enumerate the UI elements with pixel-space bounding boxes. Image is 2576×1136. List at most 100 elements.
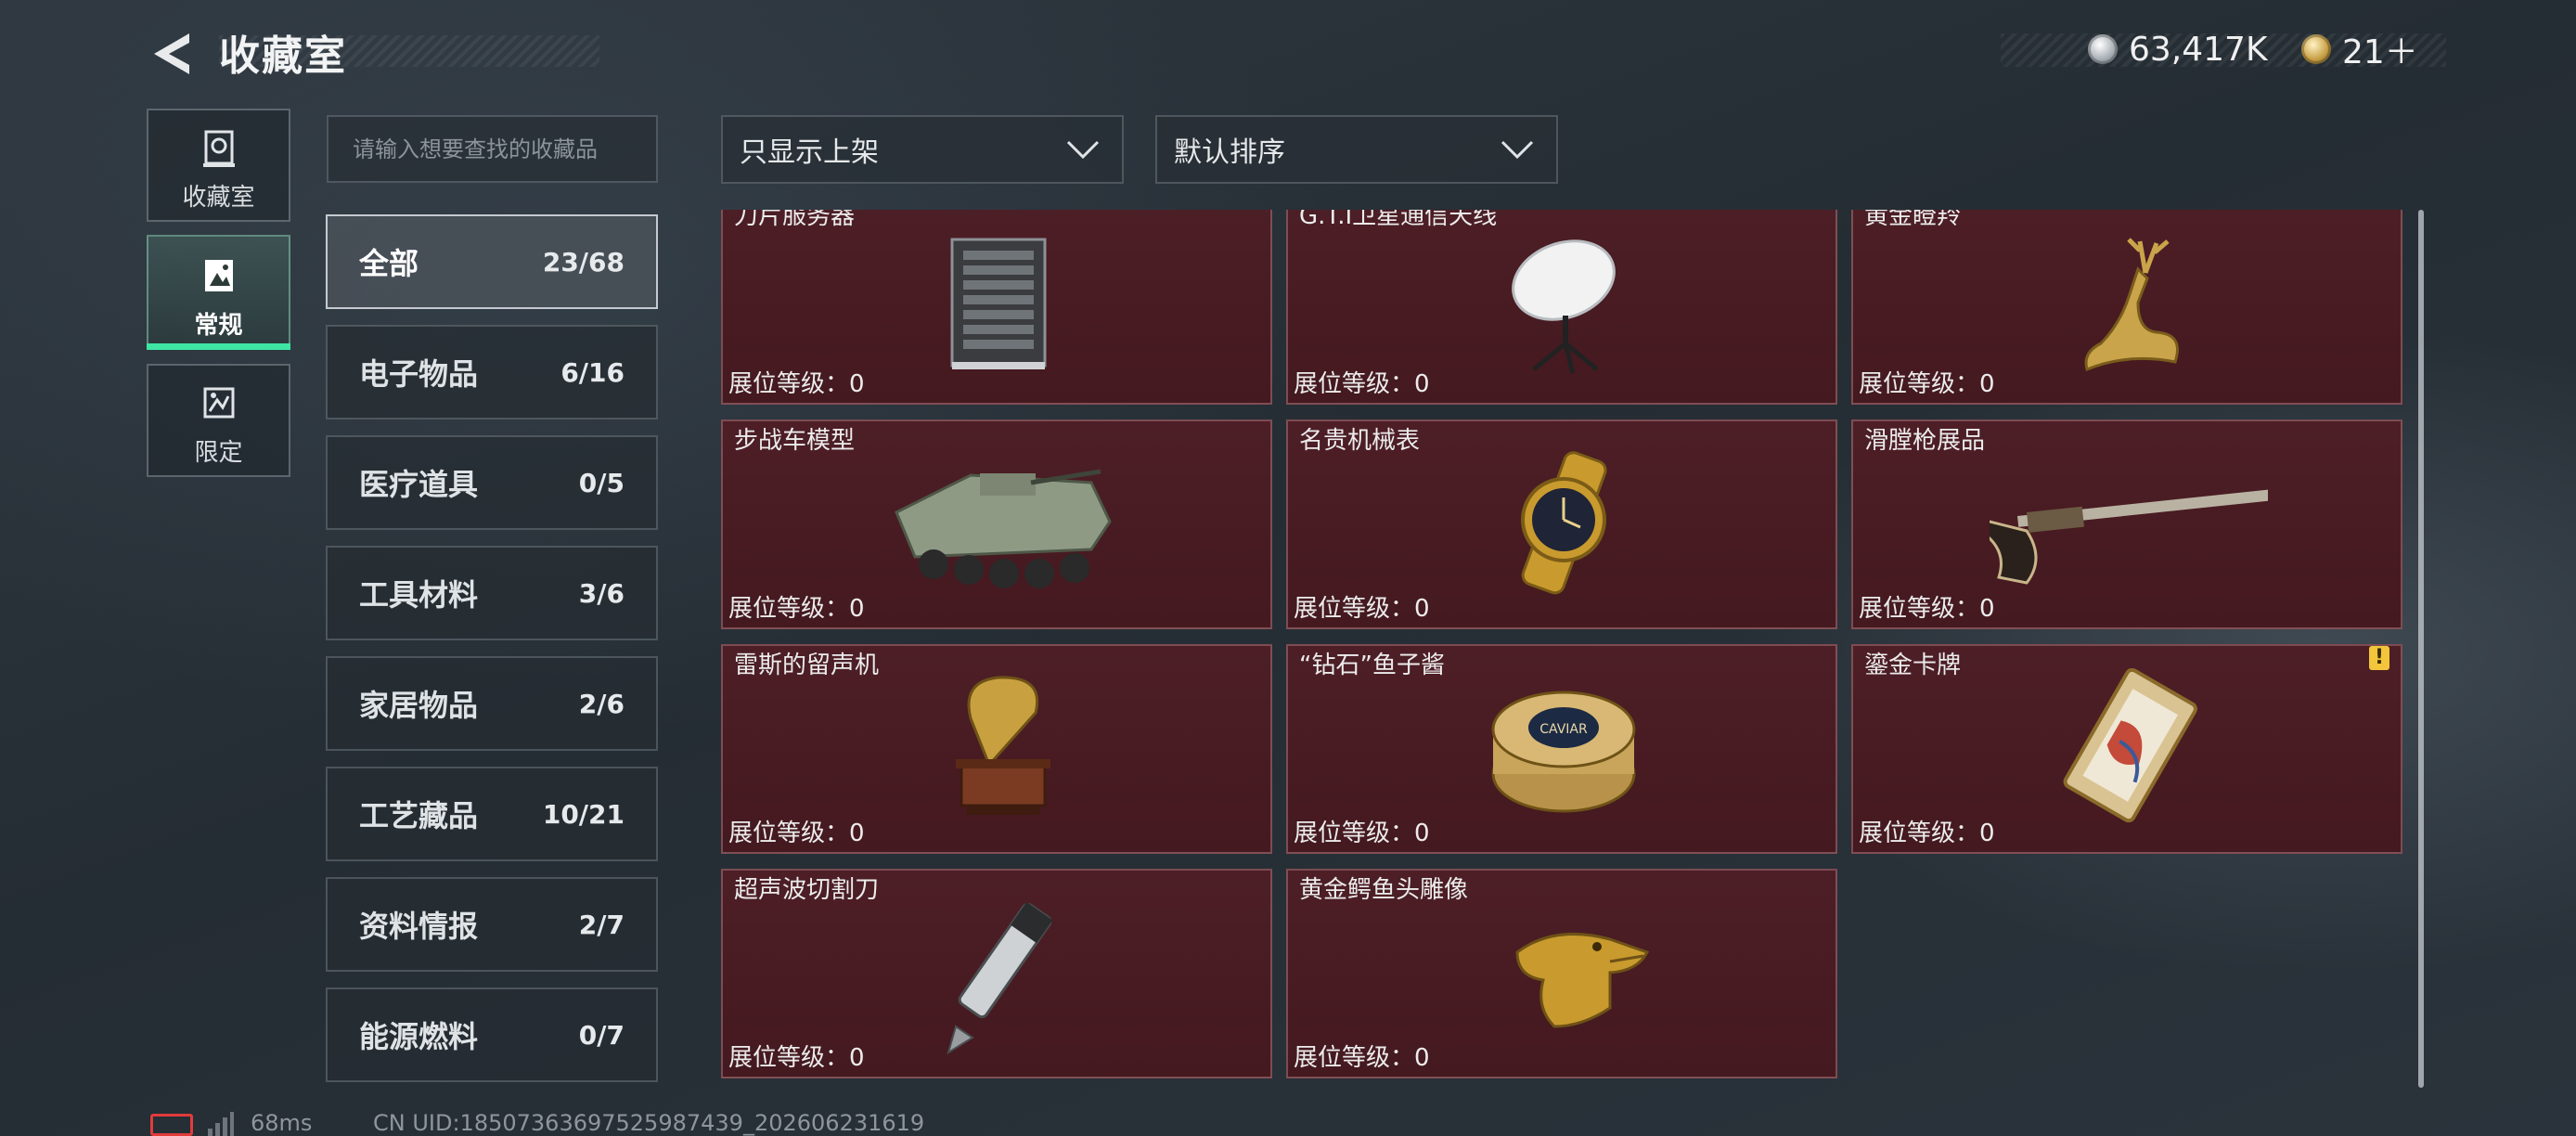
category-energy[interactable]: 能源燃料 0/7 <box>326 988 658 1082</box>
sort-dropdown[interactable]: 默认排序 <box>1155 115 1558 184</box>
satellite-dish-icon <box>1512 239 1616 374</box>
item-name: 黄金鳄鱼头雕像 <box>1299 876 1469 904</box>
item-level: 展位等级：0 <box>1294 595 1430 623</box>
category-count: 10/21 <box>542 798 625 830</box>
category-count: 0/5 <box>578 467 625 498</box>
chevron-down-icon <box>1066 140 1100 160</box>
category-all[interactable]: 全部 23/68 <box>326 214 658 309</box>
caviar-tin-icon: CAVIAR <box>1491 691 1636 813</box>
item-level: 展位等级：0 <box>1294 370 1430 398</box>
category-household[interactable]: 家居物品 2/6 <box>326 656 658 751</box>
caviar-label: CAVIAR <box>1539 722 1588 737</box>
item-name: G.T.I卫星通信天线 <box>1299 210 1498 230</box>
item-card[interactable]: 黄金瞪羚 展位等级：0 <box>1851 210 2402 405</box>
collection-grid[interactable]: 刀片服务器 展位等级：0 G.T.I卫星通信天线 展位等级：0 黄金瞪羚 展位等… <box>719 210 2403 1088</box>
item-level: 展位等级：0 <box>1294 820 1430 847</box>
category-name: 全部 <box>359 246 419 281</box>
active-tab-indicator <box>147 343 290 350</box>
category-name: 工艺藏品 <box>359 798 479 833</box>
item-card[interactable]: 黄金鳄鱼头雕像 展位等级：0 <box>1286 869 1837 1078</box>
item-level: 展位等级：0 <box>1859 820 1995 847</box>
display-filter-value: 只显示上架 <box>740 136 879 169</box>
item-name: 名贵机械表 <box>1299 427 1421 455</box>
display-filter-dropdown[interactable]: 只显示上架 <box>721 115 1124 184</box>
user-uid: CN UID:18507363697525987439_202606231619 <box>373 1110 925 1136</box>
ifv-model-icon <box>895 469 1112 588</box>
musket-icon <box>1914 484 2324 585</box>
item-card[interactable]: 滑膛枪展品 展位等级：0 <box>1851 420 2402 629</box>
page-title: 收藏室 <box>219 32 347 80</box>
currency-gold-value: 21＋ <box>2342 33 2418 71</box>
category-electronics[interactable]: 电子物品 6/16 <box>326 325 658 420</box>
item-card[interactable]: 名贵机械表 展位等级：0 <box>1286 420 1837 629</box>
category-count: 23/68 <box>542 246 625 278</box>
item-name: 鎏金卡牌 <box>1864 652 1962 679</box>
chevron-down-icon <box>1501 140 1534 160</box>
rail-tab-label: 常规 <box>194 312 243 340</box>
back-arrow-icon <box>154 33 189 74</box>
item-name: 滑膛枪展品 <box>1864 427 1986 455</box>
alert-badge-icon: ! <box>2369 646 2389 670</box>
mechanical-watch-icon <box>1521 451 1607 595</box>
category-count: 3/6 <box>578 577 625 609</box>
search-input[interactable] <box>327 115 658 183</box>
grid-scrollbar[interactable] <box>2418 210 2424 1088</box>
category-name: 能源燃料 <box>359 1019 479 1054</box>
rail-tab-limited[interactable]: 限定 <box>147 364 290 477</box>
silver-coin-icon <box>2088 34 2118 64</box>
item-name: 雷斯的留声机 <box>734 652 880 679</box>
item-card[interactable]: 步战车模型 展位等级：0 <box>721 420 1272 629</box>
rail-tab-regular[interactable]: 常规 <box>147 235 290 350</box>
golden-gazelle-icon <box>2084 238 2179 372</box>
category-name: 工具材料 <box>359 577 479 613</box>
category-count: 0/7 <box>578 1019 625 1051</box>
item-level: 展位等级：0 <box>728 370 865 398</box>
item-card[interactable]: 超声波切割刀 展位等级：0 <box>721 869 1272 1078</box>
gilded-card-icon <box>2063 667 2197 823</box>
category-count: 2/7 <box>578 909 625 940</box>
currency-silver-value: 63,417K <box>2129 30 2268 69</box>
currency-silver: 63,417K <box>2088 26 2268 72</box>
item-level: 展位等级：0 <box>1859 370 1995 398</box>
item-name: “钻石”鱼子酱 <box>1299 652 1445 679</box>
battery-low-icon <box>150 1114 193 1136</box>
limited-icon <box>203 387 234 419</box>
item-level: 展位等级：0 <box>1294 1044 1430 1072</box>
blade-server-icon <box>950 238 1047 369</box>
item-card[interactable]: 雷斯的留声机 展位等级：0 <box>721 644 1272 854</box>
rail-tab-collection-room[interactable]: 收藏室 <box>147 109 290 222</box>
item-level: 展位等级：0 <box>728 1044 865 1072</box>
item-name: 刀片服务器 <box>734 210 856 230</box>
category-count: 6/16 <box>560 356 625 388</box>
category-name: 家居物品 <box>359 688 479 723</box>
category-name: 医疗道具 <box>359 467 479 502</box>
item-name: 超声波切割刀 <box>734 876 880 904</box>
item-level: 展位等级：0 <box>1859 595 1995 623</box>
sort-value: 默认排序 <box>1174 136 1285 169</box>
item-name: 步战车模型 <box>734 427 856 455</box>
item-card[interactable]: 刀片服务器 展位等级：0 <box>721 210 1272 405</box>
currency-gold[interactable]: 21＋ <box>2301 26 2418 72</box>
item-card[interactable]: G.T.I卫星通信天线 展位等级：0 <box>1286 210 1837 405</box>
back-button[interactable] <box>148 28 195 80</box>
collection-room-icon <box>202 130 235 167</box>
item-card[interactable]: 鎏金卡牌 展位等级：0 ! <box>1851 644 2402 854</box>
category-name: 电子物品 <box>359 356 479 392</box>
regular-icon <box>204 260 233 291</box>
signal-strength-icon <box>208 1112 234 1136</box>
category-name: 资料情报 <box>359 909 479 944</box>
gramophone-icon <box>956 676 1050 815</box>
rail-tab-label: 收藏室 <box>182 184 255 212</box>
item-name: 黄金瞪羚 <box>1864 210 1962 230</box>
category-tools[interactable]: 工具材料 3/6 <box>326 546 658 640</box>
rail-tab-label: 限定 <box>194 439 243 467</box>
golden-crocodile-head-icon <box>1515 932 1650 1028</box>
category-intel[interactable]: 资料情报 2/7 <box>326 877 658 972</box>
category-medical[interactable]: 医疗道具 0/5 <box>326 435 658 530</box>
ultrasonic-cutter-icon <box>947 902 1053 1055</box>
gold-coin-icon <box>2301 34 2331 64</box>
category-crafts[interactable]: 工艺藏品 10/21 <box>326 767 658 861</box>
network-latency: 68ms <box>251 1110 313 1136</box>
item-level: 展位等级：0 <box>728 595 865 623</box>
item-card[interactable]: CAVIAR “钻石”鱼子酱 展位等级：0 <box>1286 644 1837 854</box>
